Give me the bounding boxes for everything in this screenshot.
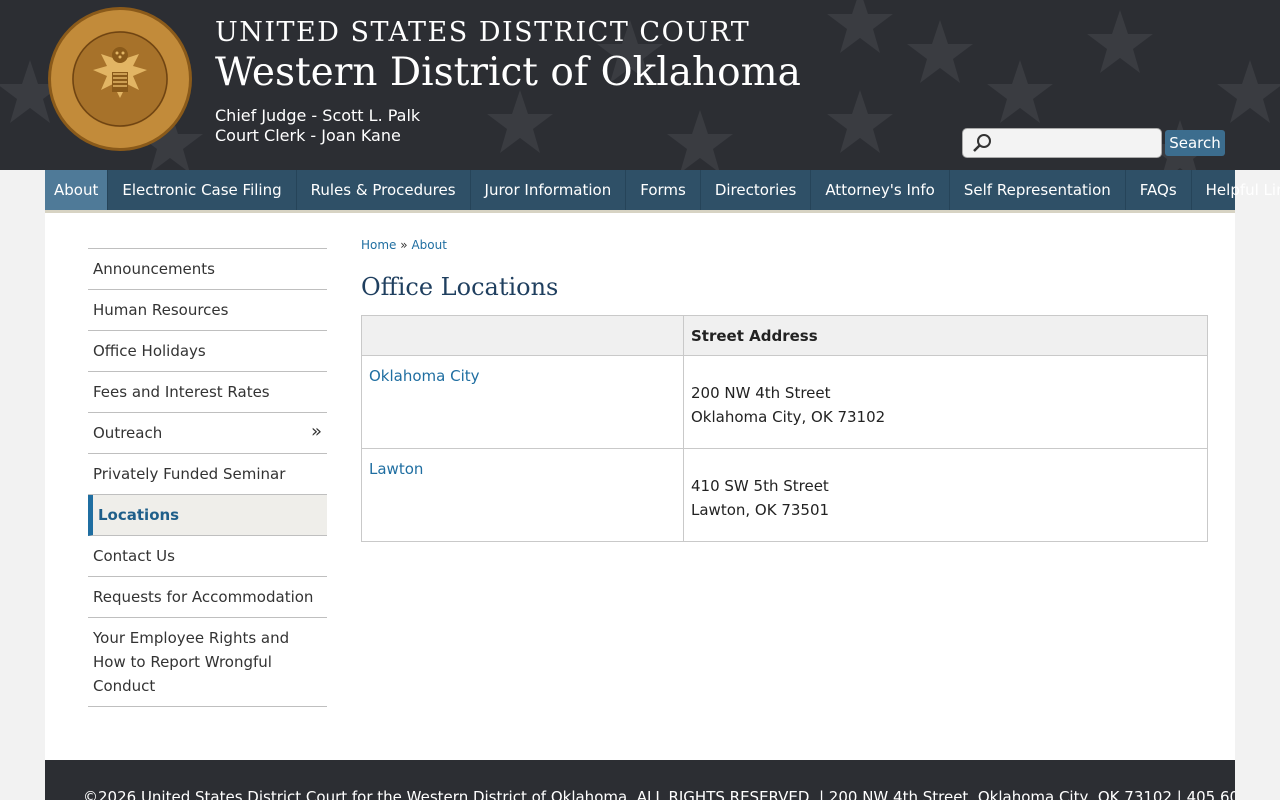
chevron-right-icon: »: [310, 421, 322, 442]
nav-electronic-case-filing[interactable]: Electronic Case Filing: [108, 170, 297, 210]
court-name-line2: Western District of Oklahoma: [215, 50, 801, 95]
main-content: Announcements Human Resources Office Hol…: [45, 213, 1235, 760]
nav-juror-information[interactable]: Juror Information: [471, 170, 627, 210]
main-nav: About Electronic Case Filing Rules & Pro…: [45, 170, 1280, 213]
court-seal-logo: [48, 7, 192, 151]
nav-forms[interactable]: Forms: [626, 170, 701, 210]
address-cell: 410 SW 5th Street Lawton, OK 73501: [683, 448, 1208, 542]
sidebar-item-fees[interactable]: Fees and Interest Rates: [88, 372, 327, 413]
table-header-row: Street Address: [361, 315, 1208, 356]
city-cell: Oklahoma City: [361, 355, 684, 449]
sidebar-item-outreach-label: Outreach: [93, 424, 163, 442]
address-line1: 200 NW 4th Street: [691, 384, 831, 402]
sidebar-item-outreach[interactable]: Outreach »: [88, 413, 327, 454]
page-title: Office Locations: [361, 273, 559, 301]
site-header: UNITED STATES DISTRICT COURT Western Dis…: [0, 0, 1280, 170]
sidebar-item-employee-rights[interactable]: Your Employee Rights and How to Report W…: [88, 618, 327, 707]
breadcrumb: Home » About: [361, 238, 447, 252]
nav-helpful-links[interactable]: Helpful Links: [1192, 170, 1280, 210]
table-header-street-address: Street Address: [683, 315, 1208, 356]
sidebar-menu: Announcements Human Resources Office Hol…: [88, 248, 327, 707]
city-link-lawton[interactable]: Lawton: [369, 460, 676, 478]
sidebar-item-contact-us[interactable]: Contact Us: [88, 536, 327, 577]
table-row: Lawton 410 SW 5th Street Lawton, OK 7350…: [361, 448, 1208, 542]
breadcrumb-separator: »: [400, 238, 408, 252]
court-clerk: Court Clerk - Joan Kane: [215, 126, 401, 145]
nav-about[interactable]: About: [45, 170, 109, 210]
address-cell: 200 NW 4th Street Oklahoma City, OK 7310…: [683, 355, 1208, 449]
address-line2: Lawton, OK 73501: [691, 501, 830, 519]
search-button[interactable]: Search: [1165, 130, 1225, 156]
search-icon: [973, 134, 991, 152]
locations-table: Street Address Oklahoma City 200 NW 4th …: [361, 315, 1208, 542]
search-input[interactable]: [962, 128, 1162, 158]
nav-self-representation[interactable]: Self Representation: [950, 170, 1126, 210]
site-footer: ©2026 United States District Court for t…: [45, 760, 1235, 800]
nav-rules-procedures[interactable]: Rules & Procedures: [297, 170, 471, 210]
city-link-oklahoma-city[interactable]: Oklahoma City: [369, 367, 676, 385]
sidebar-item-locations[interactable]: Locations: [88, 495, 327, 536]
chief-judge: Chief Judge - Scott L. Palk: [215, 106, 421, 125]
nav-attorneys-info[interactable]: Attorney's Info: [811, 170, 950, 210]
sidebar-item-announcements[interactable]: Announcements: [88, 249, 327, 290]
address-line2: Oklahoma City, OK 73102: [691, 408, 886, 426]
sidebar-item-seminar[interactable]: Privately Funded Seminar: [88, 454, 327, 495]
sidebar-item-human-resources[interactable]: Human Resources: [88, 290, 327, 331]
footer-text: ©2026 United States District Court for t…: [83, 788, 1235, 800]
table-header-empty: [361, 315, 684, 356]
nav-faqs[interactable]: FAQs: [1126, 170, 1192, 210]
sidebar-item-office-holidays[interactable]: Office Holidays: [88, 331, 327, 372]
breadcrumb-home[interactable]: Home: [361, 238, 396, 252]
sidebar-item-accommodation[interactable]: Requests for Accommodation: [88, 577, 327, 618]
court-name-line1: UNITED STATES DISTRICT COURT: [215, 17, 751, 48]
address-line1: 410 SW 5th Street: [691, 477, 829, 495]
table-row: Oklahoma City 200 NW 4th Street Oklahoma…: [361, 355, 1208, 449]
breadcrumb-about[interactable]: About: [411, 238, 446, 252]
nav-directories[interactable]: Directories: [701, 170, 812, 210]
city-cell: Lawton: [361, 448, 684, 542]
